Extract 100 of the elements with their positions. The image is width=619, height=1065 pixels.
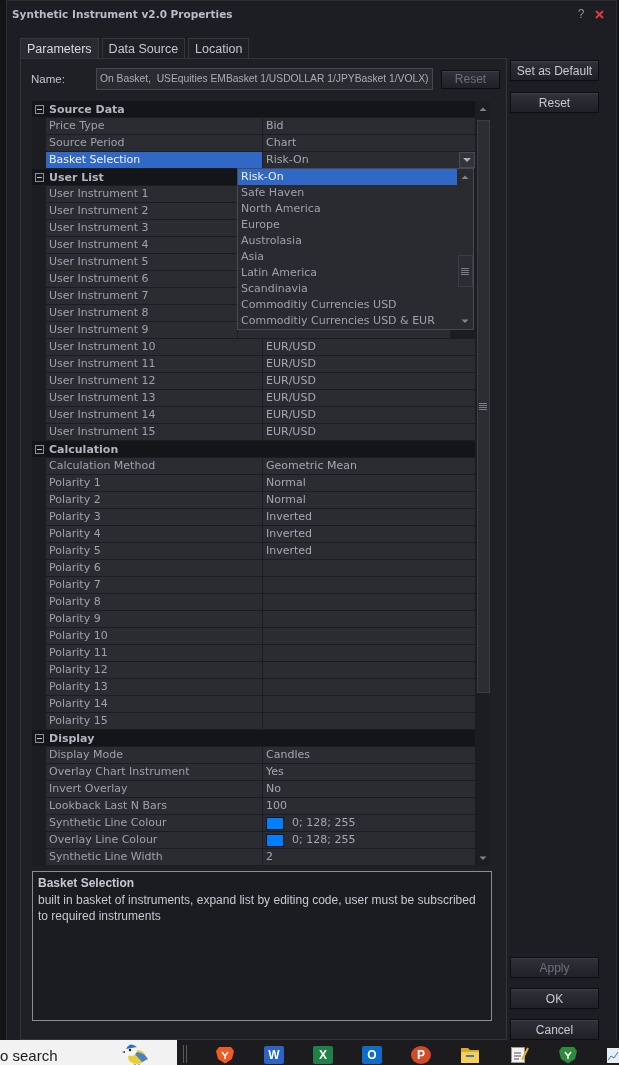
button[interactable]: OK — [510, 988, 599, 1009]
property-value[interactable]: Inverted — [263, 543, 475, 559]
dropdown-option[interactable]: Risk-On — [238, 169, 457, 185]
property-name[interactable]: User Instrument 12 — [46, 373, 262, 389]
property-name[interactable]: Lookback Last N Bars — [46, 798, 262, 814]
property-name[interactable]: User Instrument 1 — [46, 186, 237, 202]
dropdown-option[interactable]: Austrolasia — [238, 233, 457, 249]
scrollbar-thumb[interactable] — [476, 120, 490, 693]
property-name[interactable]: User Instrument 13 — [46, 390, 262, 406]
button[interactable]: Set as Default — [510, 60, 599, 81]
property-value[interactable]: 2 — [263, 849, 475, 865]
property-name[interactable]: Polarity 9 — [46, 611, 262, 627]
collapse-icon[interactable] — [35, 104, 44, 114]
property-name[interactable]: Polarity 14 — [46, 696, 262, 712]
property-name[interactable]: Polarity 8 — [46, 594, 262, 610]
property-name[interactable]: User Instrument 4 — [46, 237, 237, 253]
property-name[interactable]: User Instrument 8 — [46, 305, 237, 321]
dropdown-option[interactable]: Commoditiy Currencies USD — [238, 297, 457, 313]
dropdown-option[interactable]: Latin America — [238, 265, 457, 281]
property-value[interactable]: EUR/USD — [263, 407, 475, 423]
property-name[interactable]: Polarity 12 — [46, 662, 262, 678]
property-name[interactable]: User Instrument 7 — [46, 288, 237, 304]
property-name[interactable]: Polarity 5 — [46, 543, 262, 559]
property-value[interactable]: 0; 128; 255 — [263, 815, 475, 831]
property-name[interactable]: User Instrument 15 — [46, 424, 262, 440]
collapse-icon[interactable] — [35, 444, 44, 454]
property-name[interactable]: Price Type — [46, 118, 262, 134]
property-name[interactable]: Polarity 1 — [46, 475, 262, 491]
property-name[interactable]: Basket Selection — [46, 152, 262, 168]
dropdown-option[interactable]: Commoditiy Currencies USD & EUR — [238, 313, 457, 329]
shield-icon[interactable] — [215, 1046, 235, 1064]
property-value[interactable]: Candles — [263, 747, 475, 763]
property-name[interactable]: Polarity 6 — [46, 560, 262, 576]
dropdown-option[interactable]: Scandinavia — [238, 281, 457, 297]
property-name[interactable]: Polarity 7 — [46, 577, 262, 593]
notepad-icon[interactable] — [509, 1046, 529, 1064]
collapse-icon[interactable] — [35, 733, 44, 743]
property-value[interactable]: Chart — [263, 135, 475, 151]
property-name[interactable]: Synthetic Line Width — [46, 849, 262, 865]
property-name[interactable]: Display Mode — [46, 747, 262, 763]
tab[interactable]: Location — [188, 38, 250, 58]
property-value[interactable]: No — [263, 781, 475, 797]
folder-icon[interactable] — [460, 1046, 480, 1064]
property-name[interactable]: Polarity 4 — [46, 526, 262, 542]
collapse-icon[interactable] — [35, 172, 44, 182]
property-value[interactable]: Normal — [263, 475, 475, 491]
property-value[interactable]: Yes — [263, 764, 475, 780]
button[interactable]: Reset — [510, 92, 599, 113]
property-name[interactable]: Synthetic Line Colour — [46, 815, 262, 831]
tab[interactable]: Data Source — [101, 38, 186, 58]
dropdown-option[interactable]: Asia — [238, 249, 457, 265]
tab[interactable]: Parameters — [20, 38, 99, 58]
property-name[interactable]: User Instrument 2 — [46, 203, 237, 219]
taskbar-button[interactable]: P — [411, 1046, 431, 1064]
property-name[interactable]: Source Period — [46, 135, 262, 151]
property-name[interactable]: Polarity 13 — [46, 679, 262, 695]
property-value[interactable]: Inverted — [263, 509, 475, 525]
property-name[interactable]: User Instrument 6 — [46, 271, 237, 287]
chart-icon[interactable] — [607, 1046, 619, 1064]
property-value[interactable]: EUR/USD — [263, 373, 475, 389]
dropdown-button[interactable] — [459, 152, 475, 168]
property-name[interactable]: User Instrument 5 — [46, 254, 237, 270]
property-value[interactable]: Bid — [263, 118, 475, 134]
property-value[interactable]: 0; 128; 255 — [263, 832, 475, 848]
button[interactable]: Cancel — [510, 1019, 599, 1040]
property-name[interactable]: Invert Overlay — [46, 781, 262, 797]
dropdown-option[interactable]: Safe Haven — [238, 185, 457, 201]
dropdown-option[interactable]: North America — [238, 201, 457, 217]
property-name[interactable]: User Instrument 3 — [46, 220, 237, 236]
dropdown-option[interactable]: Europe — [238, 217, 457, 233]
property-name[interactable]: User Instrument 11 — [46, 356, 262, 372]
property-name[interactable]: Polarity 11 — [46, 645, 262, 661]
property-value[interactable]: Normal — [263, 492, 475, 508]
combo-box[interactable]: Risk-On — [263, 152, 475, 168]
scrollbar-thumb[interactable] — [457, 255, 473, 287]
property-name[interactable]: User Instrument 14 — [46, 407, 262, 423]
shield-icon[interactable] — [558, 1046, 578, 1064]
property-name[interactable]: Calculation Method — [46, 458, 262, 474]
property-name[interactable]: Overlay Chart Instrument — [46, 764, 262, 780]
taskbar-button[interactable]: O — [362, 1046, 382, 1064]
property-value[interactable]: EUR/USD — [263, 424, 475, 440]
taskbar-button[interactable]: X — [313, 1046, 333, 1064]
search-field[interactable]: o search — [0, 1040, 177, 1065]
property-value[interactable]: Geometric Mean — [263, 458, 475, 474]
property-value[interactable]: Inverted — [263, 526, 475, 542]
property-name[interactable]: Overlay Line Colour — [46, 832, 262, 848]
help-button[interactable]: ? — [576, 7, 586, 21]
property-name[interactable]: User Instrument 10 — [46, 339, 262, 355]
taskbar-button[interactable]: W — [264, 1046, 284, 1064]
property-name[interactable]: Polarity 2 — [46, 492, 262, 508]
property-value[interactable]: EUR/USD — [263, 339, 475, 355]
close-icon[interactable] — [595, 9, 604, 19]
property-name[interactable]: User Instrument 9 — [46, 322, 237, 338]
property-value[interactable]: EUR/USD — [263, 356, 475, 372]
property-name[interactable]: Polarity 10 — [46, 628, 262, 644]
property-value[interactable]: 100 — [263, 798, 475, 814]
property-name[interactable]: Polarity 15 — [46, 713, 262, 729]
property-value[interactable]: EUR/USD — [263, 390, 475, 406]
name-field[interactable]: On Basket, USEquities EMBasket 1/USDOLLAR 1/JPYBasket 1/VOLX) — [96, 68, 433, 90]
property-name[interactable]: Polarity 3 — [46, 509, 262, 525]
